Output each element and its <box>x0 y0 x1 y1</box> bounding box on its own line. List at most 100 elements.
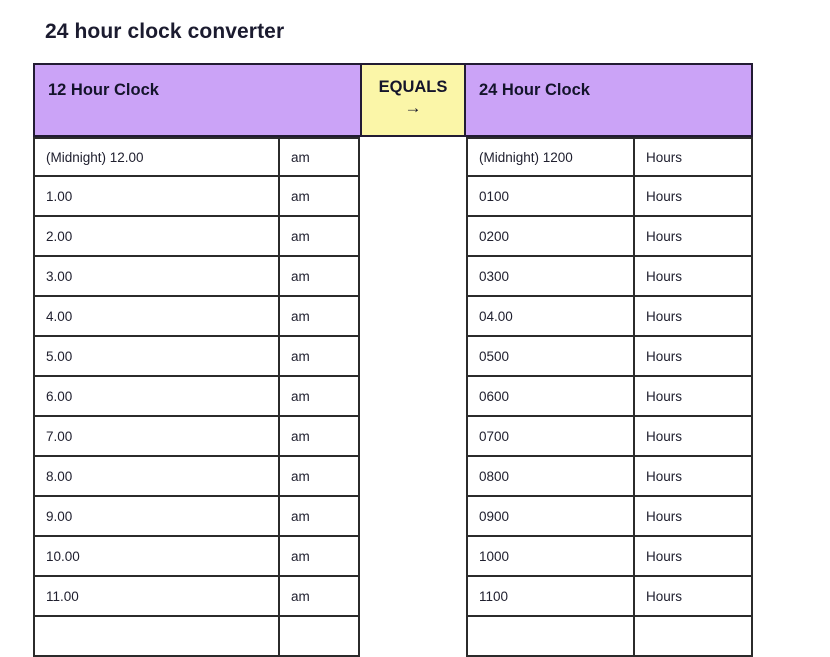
twelve-hour-value: 1.00 <box>46 188 73 204</box>
table-row: 0500 Hours <box>466 337 753 377</box>
meridiem-value: am <box>278 217 358 255</box>
table-row: 9.00 am <box>33 497 360 537</box>
equals-spacer-cell <box>360 257 466 297</box>
unit-value: Hours <box>633 257 751 295</box>
meridiem-value: am <box>278 257 358 295</box>
table-row: 6.00 am <box>33 377 360 417</box>
equals-column: EQUALS → <box>360 63 466 657</box>
twelve-hour-value: 2.00 <box>46 228 73 244</box>
table-row <box>466 617 753 657</box>
twelve-hour-column: 12 Hour Clock (Midnight) 12.00 am 1.00 am 2.… <box>33 63 360 657</box>
twelve-hour-value: (Midnight) 12.00 <box>46 149 144 165</box>
table-row: (Midnight) 1200 Hours <box>466 137 753 177</box>
unit-value: Hours <box>633 417 751 455</box>
equals-spacer-cell <box>360 377 466 417</box>
twelve-hour-value: 10.00 <box>46 548 80 564</box>
unit-value: Hours <box>633 217 751 255</box>
table-row: 8.00 am <box>33 457 360 497</box>
twentyfour-hour-value: 0100 <box>479 188 510 204</box>
table-row: 0800 Hours <box>466 457 753 497</box>
table-row: 0100 Hours <box>466 177 753 217</box>
unit-value: Hours <box>633 177 751 215</box>
twentyfour-hour-column: 24 Hour Clock (Midnight) 1200 Hours 0100 Ho… <box>466 63 753 657</box>
twentyfour-hour-value <box>468 617 633 655</box>
header-twelve-hour-label: 12 Hour Clock <box>48 81 159 99</box>
twentyfour-hour-value: 0900 <box>479 508 510 524</box>
unit-value: Hours <box>633 497 751 535</box>
twentyfour-hour-value: 0700 <box>479 428 510 444</box>
meridiem-value: am <box>278 497 358 535</box>
table-row: 11.00 am <box>33 577 360 617</box>
unit-value: Hours <box>633 577 751 615</box>
table-row: 0300 Hours <box>466 257 753 297</box>
unit-value: Hours <box>633 139 751 175</box>
unit-value: Hours <box>633 537 751 575</box>
table-row: 04.00 Hours <box>466 297 753 337</box>
equals-spacer-cell <box>360 297 466 337</box>
equals-spacer-cell <box>360 217 466 257</box>
equals-spacer-cell <box>360 137 466 177</box>
table-row: 0900 Hours <box>466 497 753 537</box>
meridiem-value: am <box>278 577 358 615</box>
meridiem-value: am <box>278 377 358 415</box>
twentyfour-hour-value: 1000 <box>479 548 510 564</box>
twentyfour-hour-value: (Midnight) 1200 <box>479 149 573 165</box>
clock-converter-table: 12 Hour Clock (Midnight) 12.00 am 1.00 am 2.… <box>33 63 753 657</box>
header-twentyfour-hour-label: 24 Hour Clock <box>479 81 590 99</box>
meridiem-value <box>278 617 358 655</box>
twelve-hour-value: 11.00 <box>46 588 79 604</box>
twentyfour-hour-value: 0500 <box>479 348 510 364</box>
unit-value: Hours <box>633 377 751 415</box>
table-row: 2.00 am <box>33 217 360 257</box>
twelve-hour-value: 6.00 <box>46 388 73 404</box>
table-row: 7.00 am <box>33 417 360 457</box>
table-row: 0600 Hours <box>466 377 753 417</box>
table-row: 10.00 am <box>33 537 360 577</box>
unit-value: Hours <box>633 457 751 495</box>
table-row: 1000 Hours <box>466 537 753 577</box>
twelve-hour-value: 7.00 <box>46 428 73 444</box>
table-row: 0700 Hours <box>466 417 753 457</box>
twentyfour-hour-value: 0200 <box>479 228 510 244</box>
equals-spacer-cell <box>360 457 466 497</box>
page-title: 24 hour clock converter <box>45 20 285 43</box>
equals-spacer-cell <box>360 577 466 617</box>
table-row: 5.00 am <box>33 337 360 377</box>
twentyfour-hour-value: 1100 <box>479 588 509 604</box>
equals-spacer-cell <box>360 177 466 217</box>
equals-spacer-cell <box>360 337 466 377</box>
header-equals: EQUALS → <box>360 63 466 137</box>
arrow-right-icon: → <box>404 98 422 117</box>
equals-spacer-cell <box>360 617 466 657</box>
twentyfour-hour-value: 0600 <box>479 388 510 404</box>
meridiem-value: am <box>278 297 358 335</box>
equals-spacer-cell <box>360 537 466 577</box>
table-row <box>33 617 360 657</box>
unit-value: Hours <box>633 337 751 375</box>
header-twentyfour-hour: 24 Hour Clock <box>466 63 753 137</box>
twelve-hour-rows: (Midnight) 12.00 am 1.00 am 2.00 am 3.00 am 4.00… <box>33 137 360 657</box>
twelve-hour-value: 4.00 <box>46 308 73 324</box>
twentyfour-hour-value: 0300 <box>479 268 510 284</box>
twelve-hour-value <box>35 617 278 655</box>
meridiem-value: am <box>278 177 358 215</box>
table-row: 1.00 am <box>33 177 360 217</box>
meridiem-value: am <box>278 457 358 495</box>
twentyfour-hour-value: 0800 <box>479 468 510 484</box>
table-row: 3.00 am <box>33 257 360 297</box>
unit-value: Hours <box>633 297 751 335</box>
twentyfour-hour-rows: (Midnight) 1200 Hours 0100 Hours 0200 Hours 03… <box>466 137 753 657</box>
table-row: 4.00 am <box>33 297 360 337</box>
meridiem-value: am <box>278 139 358 175</box>
twelve-hour-value: 3.00 <box>46 268 73 284</box>
unit-value <box>633 617 751 655</box>
twelve-hour-value: 9.00 <box>46 508 73 524</box>
twentyfour-hour-value: 04.00 <box>479 308 513 324</box>
meridiem-value: am <box>278 537 358 575</box>
twelve-hour-value: 8.00 <box>46 468 73 484</box>
header-equals-label: EQUALS <box>378 78 448 96</box>
table-row: (Midnight) 12.00 am <box>33 137 360 177</box>
header-twelve-hour: 12 Hour Clock <box>33 63 360 137</box>
equals-spacer-cell <box>360 417 466 457</box>
table-row: 1100 Hours <box>466 577 753 617</box>
